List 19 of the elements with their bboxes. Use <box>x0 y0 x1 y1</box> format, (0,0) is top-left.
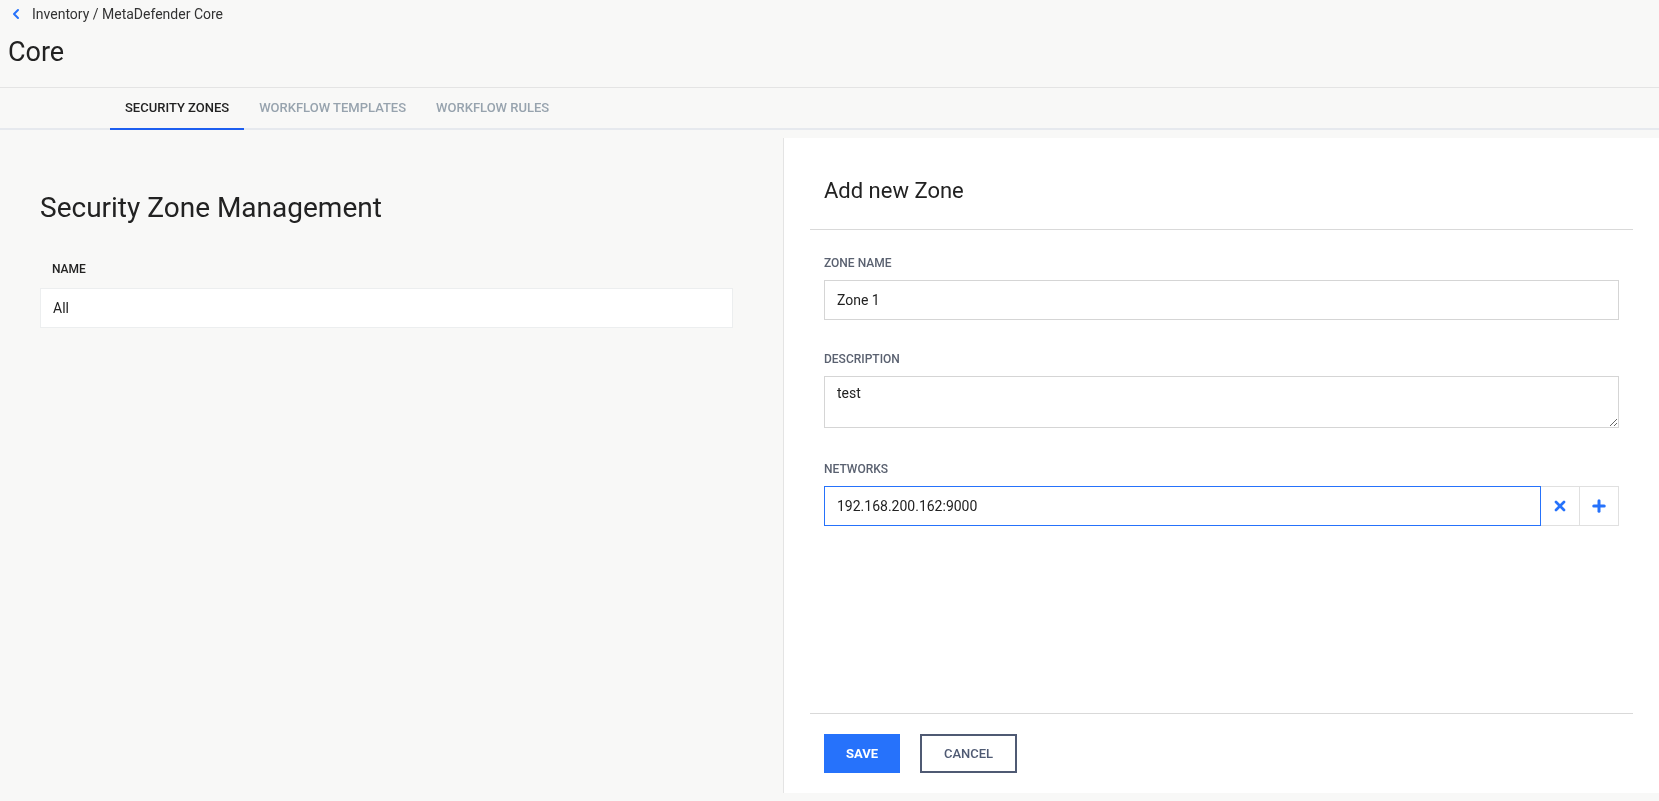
table-row[interactable]: All <box>40 288 733 328</box>
breadcrumb[interactable]: Inventory / MetaDefender Core <box>32 3 223 25</box>
close-icon <box>1552 498 1568 514</box>
zone-name-field[interactable]: Zone 1 <box>824 280 1619 320</box>
column-header: NAME <box>51 261 86 278</box>
add-button[interactable] <box>1580 486 1619 526</box>
field-label: NETWORKS <box>824 461 889 478</box>
page-title: Core <box>7 35 65 70</box>
form-title: Add new Zone <box>810 138 1633 230</box>
section-title: Security Zone Management <box>40 190 382 226</box>
field-label: DESCRIPTION <box>824 351 900 368</box>
network-field[interactable]: 192.168.200.162:9000 <box>824 486 1541 526</box>
tab[interactable]: SECURITY ZONES <box>110 88 245 130</box>
plus-icon <box>1590 497 1608 515</box>
remove-button[interactable] <box>1541 486 1580 526</box>
save-button[interactable]: SAVE <box>824 734 900 773</box>
field-label: ZONE NAME <box>824 255 892 272</box>
description-field[interactable]: test <box>824 376 1619 428</box>
cancel-button[interactable]: CANCEL <box>920 734 1017 773</box>
